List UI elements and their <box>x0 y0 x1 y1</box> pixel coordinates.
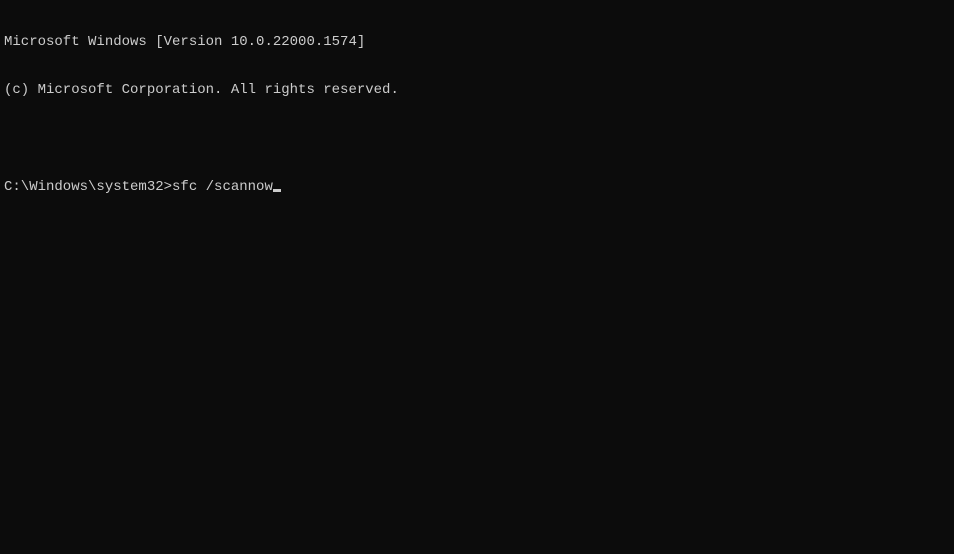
cursor-icon <box>273 189 281 192</box>
prompt-path: C:\Windows\system32> <box>4 179 172 195</box>
version-line: Microsoft Windows [Version 10.0.22000.15… <box>4 34 950 50</box>
command-prompt-line[interactable]: C:\Windows\system32> sfc /scannow <box>4 179 950 195</box>
copyright-line: (c) Microsoft Corporation. All rights re… <box>4 82 950 98</box>
command-input[interactable]: sfc /scannow <box>172 179 273 195</box>
terminal-output[interactable]: Microsoft Windows [Version 10.0.22000.15… <box>4 2 950 211</box>
blank-line <box>4 131 950 147</box>
